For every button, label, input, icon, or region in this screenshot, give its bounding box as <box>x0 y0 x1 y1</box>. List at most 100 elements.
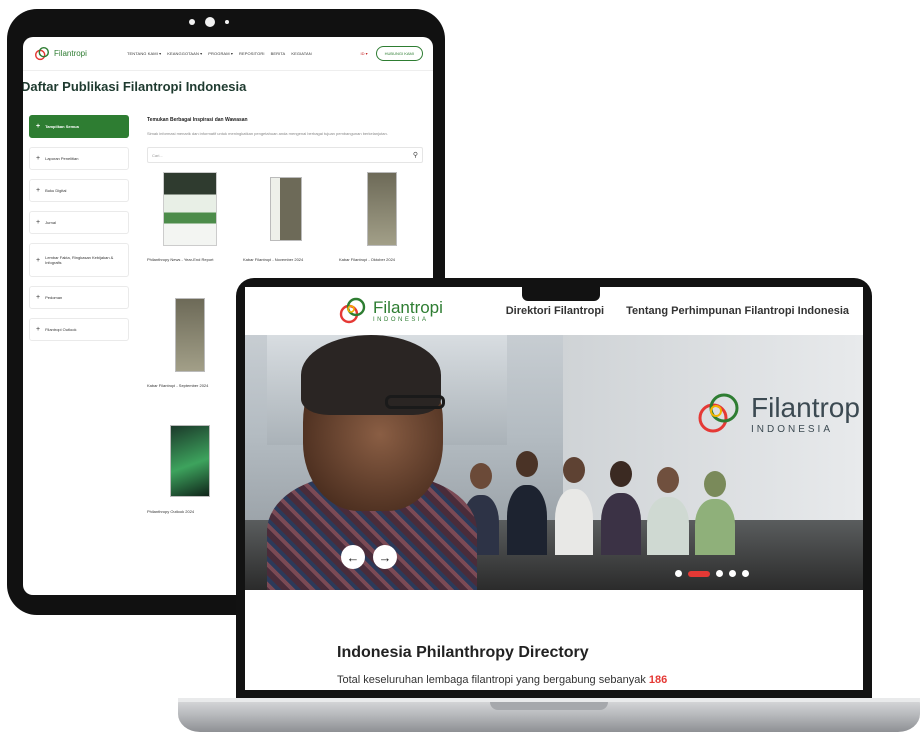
carousel-prev-button[interactable]: ← <box>341 545 365 569</box>
carousel-arrows: ← → <box>341 545 397 569</box>
tablet-menu: TENTANG KAMI ▾ KEANGGOTAAN ▾ PROGRAM ▾ R… <box>127 51 361 56</box>
laptop-menu: Direktori Filantropi Tentang Perhimpunan… <box>506 305 849 317</box>
laptop-logo[interactable]: Filantropi INDONESIA <box>337 295 443 327</box>
search-input[interactable]: Cari... ⚲ <box>147 147 423 163</box>
audience-person <box>647 497 689 555</box>
directory-title: Indonesia Philanthropy Directory <box>337 644 589 661</box>
category-sidebar: + Tampilkan Semua + Laporan Penelitian +… <box>29 115 129 535</box>
audience-head <box>563 457 585 483</box>
publication-cover <box>170 425 210 497</box>
search-placeholder: Cari... <box>152 152 163 158</box>
carousel-dot[interactable] <box>742 570 749 577</box>
carousel-next-button[interactable]: → <box>373 545 397 569</box>
publication-title: Kabar Filantropi - Oktober 2024 <box>339 257 396 262</box>
sidebar-item-outlook[interactable]: + Filantropi Outlook <box>29 318 129 341</box>
audience-person <box>695 499 735 555</box>
section-heading: Temukan Berbagai Inspirasi dan Wawasan <box>147 117 248 123</box>
carousel-dots <box>675 570 749 577</box>
sidebar-item-label: Buku Digital <box>45 188 67 193</box>
laptop-opening-notch <box>490 702 608 710</box>
sidebar-item-label: Tampilkan Semua <box>45 124 79 129</box>
filantropi-logo-icon <box>339 297 366 324</box>
publication-card[interactable]: Philanthropy Outlook 2024 <box>147 419 233 535</box>
logo-wordmark: Filantropi <box>373 298 443 317</box>
tablet-logo[interactable]: Filantropi <box>33 45 119 63</box>
tablet-menu-item[interactable]: BERITA <box>271 51 286 56</box>
laptop-camera-notch <box>522 287 600 301</box>
hero-wall-sign: Filantrop INDONESIA <box>663 359 863 469</box>
sidebar-item-research[interactable]: + Laporan Penelitian <box>29 147 129 170</box>
logo-subtitle: INDONESIA <box>373 317 429 323</box>
publication-cover <box>270 177 302 241</box>
laptop-screen: Filantropi INDONESIA Direktori Filantrop… <box>245 287 863 690</box>
publication-cover <box>367 172 397 246</box>
publication-cover <box>175 298 205 372</box>
publication-card[interactable]: Kabar Filantropi - November 2024 <box>243 167 329 283</box>
sidebar-item-label: Jurnal <box>45 220 56 225</box>
audience-person <box>507 485 547 555</box>
section-subheading: Simak informasi menarik dan informatif u… <box>147 131 388 136</box>
sidebar-item-guidelines[interactable]: + Pedoman <box>29 286 129 309</box>
device-mockup-scene: Filantropi TENTANG KAMI ▾ KEANGGOTAAN ▾ … <box>0 0 920 739</box>
tablet-camera <box>189 17 229 27</box>
sidebar-item-all[interactable]: + Tampilkan Semua <box>29 115 129 138</box>
laptop-frame: Filantropi INDONESIA Direktori Filantrop… <box>236 278 872 702</box>
language-selector[interactable]: ID ▾ <box>361 51 368 56</box>
sidebar-item-factsheets[interactable]: + Lembar Fakta, Ringkasan Kebijakan & In… <box>29 243 129 277</box>
sign-subtitle: INDONESIA <box>751 423 834 435</box>
arrow-left-icon: ← <box>346 549 360 565</box>
tablet-menu-item[interactable]: TENTANG KAMI ▾ <box>127 51 161 56</box>
sign-wordmark: Filantrop <box>751 391 860 423</box>
publication-title: Kabar Filantropi - November 2024 <box>243 257 304 262</box>
carousel-dot[interactable] <box>688 570 710 577</box>
audience-person <box>601 493 641 555</box>
filantropi-logo-icon <box>34 46 50 60</box>
carousel-dot[interactable] <box>729 570 736 577</box>
tablet-menu-item[interactable]: REPOSITORI <box>239 51 265 56</box>
directory-subtitle: Total keseluruhan lembaga filantropi yan… <box>337 674 863 686</box>
plus-icon: + <box>36 155 41 162</box>
audience-head <box>610 461 632 487</box>
audience-head <box>470 463 492 489</box>
publication-cover <box>163 172 217 246</box>
sidebar-item-journal[interactable]: + Jurnal <box>29 211 129 234</box>
plus-icon: + <box>36 123 41 130</box>
publication-card[interactable]: Kabar Filantropi - Oktober 2024 <box>339 167 425 283</box>
sidebar-item-digital-books[interactable]: + Buku Digital <box>29 179 129 202</box>
directory-subtitle-text: Total keseluruhan lembaga filantropi yan… <box>337 674 646 686</box>
nav-link-directory[interactable]: Direktori Filantropi <box>506 305 604 317</box>
tablet-menu-item[interactable]: PROGRAM ▾ <box>208 51 233 56</box>
search-icon[interactable]: ⚲ <box>413 151 418 159</box>
publication-title: Philanthropy Outlook 2024 <box>147 509 195 514</box>
tablet-navbar: Filantropi TENTANG KAMI ▾ KEANGGOTAAN ▾ … <box>23 37 433 71</box>
sidebar-item-label: Pedoman <box>45 295 63 300</box>
plus-icon: + <box>36 256 41 264</box>
sidebar-item-label: Filantropi Outlook <box>45 327 77 332</box>
contact-us-button[interactable]: HUBUNGI KAMI <box>375 46 423 61</box>
tablet-menu-item[interactable]: KEANGGOTAAN ▾ <box>167 51 202 56</box>
plus-icon: + <box>36 219 41 226</box>
sidebar-item-label: Laporan Penelitian <box>45 156 79 161</box>
publication-card[interactable]: Kabar Filantropi - September 2024 <box>147 293 233 409</box>
hero-carousel: Filantrop INDONESIA ← → <box>245 335 863 590</box>
plus-icon: + <box>36 294 41 301</box>
publication-card[interactable]: Philanthropy News - Year-End Report <box>147 167 233 283</box>
audience-head <box>657 467 679 493</box>
filantropi-logo-icon <box>698 393 739 433</box>
page-title: Daftar Publikasi Filantropi Indonesia <box>23 79 247 94</box>
tablet-logo-text: Filantropi <box>54 48 87 58</box>
speaker-glasses <box>385 395 445 409</box>
tablet-menu-item[interactable]: KEGIATAN <box>291 51 311 56</box>
audience-head <box>704 471 726 497</box>
carousel-dot[interactable] <box>675 570 682 577</box>
plus-icon: + <box>36 326 41 333</box>
arrow-right-icon: → <box>378 549 392 565</box>
nav-link-about[interactable]: Tentang Perhimpunan Filantropi Indonesia <box>626 305 849 317</box>
audience-head <box>516 451 538 477</box>
plus-icon: + <box>36 187 41 194</box>
sidebar-item-label: Lembar Fakta, Ringkasan Kebijakan & Info… <box>45 255 114 265</box>
directory-count: 186 <box>648 674 668 686</box>
carousel-dot[interactable] <box>716 570 723 577</box>
audience-person <box>555 489 593 555</box>
publication-title: Philanthropy News - Year-End Report <box>147 257 214 262</box>
